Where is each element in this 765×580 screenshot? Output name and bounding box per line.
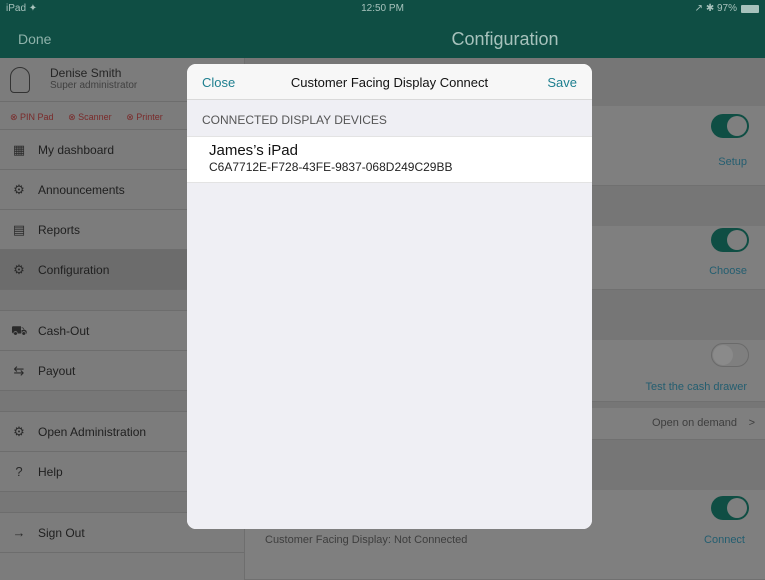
sidebar-item-label: Reports — [38, 223, 81, 237]
scanner-status: ⊗ Scanner — [68, 112, 112, 122]
customer-display-connect-modal: Close Customer Facing Display Connect Sa… — [187, 64, 592, 529]
cfd-status-text: Customer Facing Display: Not Connected — [265, 534, 468, 546]
save-button[interactable]: Save — [547, 75, 577, 90]
toggle-switch-on[interactable] — [711, 496, 749, 520]
device-name: James’s iPad — [209, 142, 298, 159]
administration-icon: ⚙ — [13, 424, 25, 439]
sidebar-item-label: Announcements — [38, 183, 125, 197]
user-role: Super administrator — [50, 80, 138, 91]
sidebar-item-label: Payout — [38, 364, 76, 378]
status-indicators: ↗ ✱ 97% — [695, 3, 759, 14]
modal-body: CONNECTED DISPLAY DEVICES James’s iPad C… — [187, 100, 592, 529]
pin-pad-status: ⊗ PIN Pad — [10, 112, 54, 122]
dashboard-icon: ▦ — [12, 142, 26, 157]
page-title: Configuration — [451, 29, 559, 49]
cash-out-icon: ⛟ — [11, 323, 28, 338]
avatar-icon — [10, 67, 30, 93]
sidebar-item-label: Open Administration — [38, 425, 147, 439]
done-button[interactable]: Done — [18, 31, 51, 47]
payout-icon: ⇆ — [13, 363, 25, 378]
sidebar-item-label: Cash-Out — [38, 324, 90, 338]
device-id: C6A7712E-F728-43FE-9837-068D249C29BB — [209, 160, 453, 174]
sidebar-item-label: Configuration — [38, 263, 110, 277]
list-item[interactable]: James’s iPad C6A7712E-F728-43FE-9837-068… — [187, 136, 592, 183]
sidebar-item-label: Sign Out — [38, 526, 85, 540]
toggle-switch-off[interactable] — [711, 343, 749, 367]
status-right-text: ↗ ✱ 97% — [694, 3, 737, 14]
toggle-switch-on[interactable] — [711, 228, 749, 252]
test-cash-drawer-link[interactable]: Test the cash drawer — [646, 381, 748, 393]
section-header: CONNECTED DISPLAY DEVICES — [202, 113, 387, 127]
reports-icon: ▤ — [12, 222, 26, 237]
navigation-bar: Done Configuration — [0, 18, 765, 58]
modal-title: Customer Facing Display Connect — [290, 75, 489, 90]
configuration-icon: ⚙ — [13, 262, 25, 277]
help-icon: ? — [15, 464, 23, 479]
battery-icon — [741, 4, 759, 13]
choose-link[interactable]: Choose — [709, 265, 747, 277]
user-name: Denise Smith — [50, 66, 122, 80]
sidebar-item-label: Help — [38, 465, 63, 479]
setup-link[interactable]: Setup — [718, 156, 747, 168]
status-time: 12:50 PM — [361, 3, 404, 14]
announcements-icon: ⚙ — [13, 182, 25, 197]
status-bar: iPad ✦ 12:50 PM ↗ ✱ 97% — [0, 0, 765, 18]
sign-out-icon: → — [12, 525, 26, 540]
toggle-switch-on[interactable] — [711, 114, 749, 138]
sidebar-item-label: My dashboard — [38, 143, 115, 157]
connect-link[interactable]: Connect — [704, 534, 745, 546]
chevron-right-icon: > — [748, 417, 755, 429]
printer-status: ⊗ Printer — [126, 112, 163, 122]
open-on-demand-value: Open on demand — [651, 417, 737, 429]
modal-header: Close Customer Facing Display Connect Sa… — [187, 64, 592, 100]
